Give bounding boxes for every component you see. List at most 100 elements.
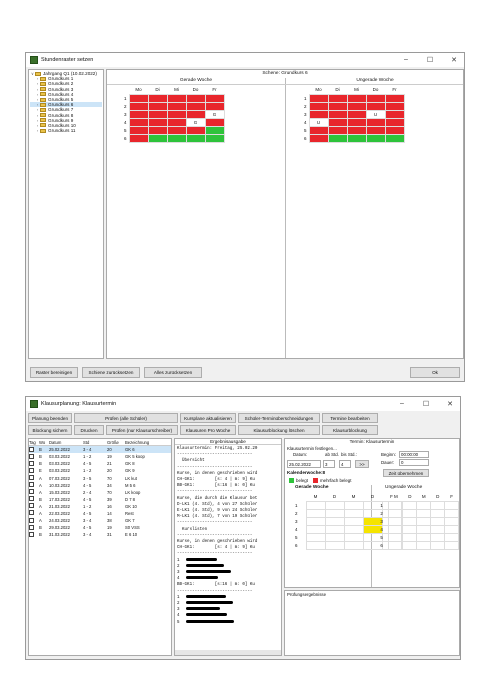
klausurblockung-loeschen-button[interactable]: Klausurblockung löschen: [238, 425, 320, 435]
slot-cell[interactable]: [166, 133, 187, 143]
slot-cell[interactable]: [402, 524, 418, 534]
list-item[interactable]: B 31.03.2022 3 - 4 31 E 6 10: [29, 531, 171, 538]
checkbox[interactable]: [29, 517, 34, 523]
slot-cell[interactable]: [128, 101, 149, 111]
slot-cell[interactable]: [346, 125, 367, 135]
slot-cell[interactable]: [324, 540, 345, 550]
slot-cell[interactable]: [384, 117, 405, 127]
raster-bereinigen-button[interactable]: Raster bereinigen: [30, 367, 78, 378]
slot-cell[interactable]: [308, 109, 329, 119]
slot-cell[interactable]: [166, 109, 187, 119]
slot-cell[interactable]: [430, 516, 446, 526]
slot-cell[interactable]: [384, 133, 405, 143]
close-icon[interactable]: ✕: [444, 400, 456, 408]
termine-bearbeiten-button[interactable]: Termine bearbeiten: [322, 413, 378, 423]
datum-field[interactable]: 25.02.2022: [287, 460, 321, 468]
slot-cell[interactable]: G: [185, 117, 206, 127]
checkbox[interactable]: [29, 475, 34, 481]
slot-cell[interactable]: [388, 508, 404, 518]
slot-cell[interactable]: [416, 532, 432, 542]
slot-cell[interactable]: [365, 93, 386, 103]
slot-cell[interactable]: [166, 101, 187, 111]
slot-cell[interactable]: [327, 109, 348, 119]
slot-cell[interactable]: [343, 532, 364, 542]
slot-cell[interactable]: [305, 516, 326, 526]
pruefen-alle-button[interactable]: Prüfen (alle Schüler): [74, 413, 178, 423]
slot-cell[interactable]: [430, 500, 446, 510]
slot-cell[interactable]: [384, 101, 405, 111]
list-item[interactable]: A 07.03.2022 3 - 5 70 LK kut: [29, 474, 171, 481]
slot-cell[interactable]: [388, 532, 404, 542]
maximize-icon[interactable]: ☐: [420, 400, 432, 408]
slot-cell[interactable]: [185, 133, 206, 143]
slot-cell[interactable]: [327, 101, 348, 111]
slot-cell[interactable]: [147, 101, 168, 111]
klausurblockung-button[interactable]: Klausurblockung: [322, 425, 378, 435]
alles-zuruecksetzen-button[interactable]: Alles zurücksetzen: [144, 367, 202, 378]
slot-cell[interactable]: [324, 532, 345, 542]
slot-cell[interactable]: [346, 109, 367, 119]
slot-cell[interactable]: [444, 532, 459, 542]
slot-cell[interactable]: [166, 125, 187, 135]
slot-cell[interactable]: [185, 93, 206, 103]
col-wo[interactable]: Wo: [39, 440, 49, 445]
checkbox[interactable]: [29, 460, 34, 466]
slot-cell[interactable]: [388, 516, 404, 526]
dauer-field[interactable]: 0: [399, 459, 429, 466]
col-std[interactable]: Std: [83, 440, 107, 445]
drucken-button[interactable]: Drucken: [74, 425, 104, 435]
slot-cell[interactable]: [308, 125, 329, 135]
checkbox[interactable]: [29, 531, 34, 537]
slot-cell[interactable]: [147, 133, 168, 143]
col-datum[interactable]: Datum: [49, 440, 83, 445]
slot-cell[interactable]: [128, 125, 149, 135]
slot-cell[interactable]: [416, 508, 432, 518]
klausuren-pro-woche-button[interactable]: Klausuren Pro Woche: [180, 425, 236, 435]
slot-cell[interactable]: [128, 93, 149, 103]
slot-cell[interactable]: [430, 540, 446, 550]
slot-cell[interactable]: [402, 516, 418, 526]
list-item[interactable]: B 25.02.2022 3 - 4 20 GK 6: [29, 446, 171, 454]
list-item[interactable]: B 17.03.2022 4 - 5 39 D 7 8: [29, 496, 171, 503]
slot-cell[interactable]: [346, 133, 367, 143]
list-item[interactable]: B 03.03.2022 1 - 2 19 GK 5 koop: [29, 453, 171, 460]
slot-cell[interactable]: [444, 516, 459, 526]
slot-cell[interactable]: [343, 508, 364, 518]
slot-cell[interactable]: [204, 93, 225, 103]
col-groesse[interactable]: Größe: [107, 440, 125, 445]
slot-cell[interactable]: [365, 133, 386, 143]
checkbox[interactable]: [29, 489, 34, 495]
slot-cell[interactable]: [444, 500, 459, 510]
maximize-icon[interactable]: ☐: [424, 56, 436, 64]
slot-cell[interactable]: [444, 524, 459, 534]
next-button[interactable]: >>: [355, 460, 369, 468]
checkbox[interactable]: [29, 496, 34, 502]
slot-cell[interactable]: [388, 540, 404, 550]
slot-cell[interactable]: [305, 540, 326, 550]
slot-cell[interactable]: [384, 109, 405, 119]
slot-cell[interactable]: [343, 516, 364, 526]
slot-cell[interactable]: [416, 540, 432, 550]
list-item[interactable]: A 24.03.2022 3 - 4 38 GK 7: [29, 517, 171, 524]
slot-cell[interactable]: [327, 93, 348, 103]
slot-cell[interactable]: [128, 117, 149, 127]
slot-cell[interactable]: [444, 508, 459, 518]
slot-cell[interactable]: [166, 93, 187, 103]
slot-cell[interactable]: [388, 500, 404, 510]
slot-cell[interactable]: [305, 508, 326, 518]
col-tag[interactable]: Tag: [29, 440, 39, 445]
list-item[interactable]: A 21.03.2022 1 - 2 16 GK 10: [29, 503, 171, 510]
slot-cell[interactable]: [343, 540, 364, 550]
slot-cell[interactable]: [185, 101, 206, 111]
slot-cell[interactable]: [147, 125, 168, 135]
checkbox[interactable]: [29, 467, 34, 473]
col-bezeichnung[interactable]: Bezeichnung: [125, 440, 165, 445]
slot-cell[interactable]: [308, 101, 329, 111]
slot-cell[interactable]: G: [204, 109, 225, 119]
slot-cell[interactable]: [324, 524, 345, 534]
slot-cell[interactable]: [402, 508, 418, 518]
slot-cell[interactable]: [147, 117, 168, 127]
slot-cell[interactable]: [430, 508, 446, 518]
slot-cell[interactable]: [147, 109, 168, 119]
slot-cell[interactable]: [147, 93, 168, 103]
